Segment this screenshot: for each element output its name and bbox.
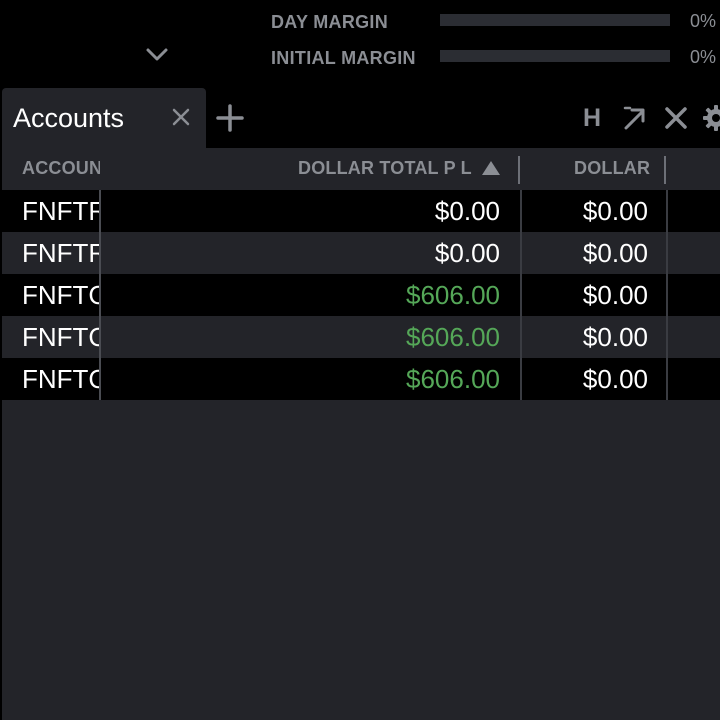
accounts-grid: ACCOUN DOLLAR TOTAL P L DOLLAR FNFTR $0.… [2, 148, 720, 720]
day-margin-row: DAY MARGIN 0% [0, 6, 720, 36]
grid-body: FNFTR $0.00 $0.00 FNFTR $0.00 $0.00 FNFT… [2, 190, 720, 400]
dollar-cell: $0.00 [582, 196, 648, 226]
gear-icon[interactable] [702, 104, 720, 132]
column-divider [666, 232, 668, 274]
account-cell: FNFTR [22, 196, 100, 226]
dollar-total-pl-cell: $606.00 [406, 280, 500, 310]
close-panel-icon[interactable] [662, 104, 690, 132]
dollar-total-pl-cell: $606.00 [406, 322, 500, 352]
column-header-account[interactable]: ACCOUN [22, 148, 100, 190]
account-cell: FNFTC [22, 364, 100, 394]
plus-icon[interactable] [216, 104, 244, 132]
dollar-total-pl-cell: $0.00 [434, 196, 500, 226]
dollar-cell: $0.00 [582, 280, 648, 310]
table-row[interactable]: FNFTR $0.00 $0.00 [2, 190, 720, 232]
account-cell: FNFTR [22, 238, 100, 268]
account-cell: FNFTC [22, 322, 100, 352]
frozen-column-divider [99, 358, 101, 400]
column-divider [666, 274, 668, 316]
day-margin-percent: 0% [690, 11, 717, 31]
table-row[interactable]: FNFTC $606.00 $0.00 [2, 358, 720, 400]
accounts-panel-screen: DAY MARGIN 0% INITIAL MARGIN 0% Accounts… [0, 0, 720, 720]
frozen-column-divider [99, 232, 101, 274]
tab-bar: Accounts H [0, 88, 720, 148]
day-margin-label: DAY MARGIN [271, 12, 389, 32]
column-divider [666, 190, 668, 232]
column-divider [666, 358, 668, 400]
chevron-down-icon[interactable] [144, 42, 170, 68]
day-margin-bar [440, 14, 670, 26]
frozen-column-divider [99, 316, 101, 358]
dollar-total-pl-cell: $606.00 [406, 364, 500, 394]
account-cell: FNFTC [22, 280, 100, 310]
frozen-column-divider [99, 190, 101, 232]
sort-ascending-icon [481, 161, 500, 175]
column-resize-handle[interactable] [518, 156, 520, 184]
dollar-cell: $0.00 [582, 238, 648, 268]
column-header-dollar-total-pl[interactable]: DOLLAR TOTAL P L [298, 148, 508, 190]
column-header-dollar[interactable]: DOLLAR [574, 148, 658, 190]
tab-accounts[interactable]: Accounts [2, 88, 206, 148]
initial-margin-label: INITIAL MARGIN [271, 48, 416, 68]
table-row[interactable]: FNFTR $0.00 $0.00 [2, 232, 720, 274]
tab-accounts-label: Accounts [13, 103, 125, 133]
initial-margin-bar [440, 50, 670, 62]
column-divider [666, 316, 668, 358]
h-toolbar-button[interactable]: H [580, 102, 604, 134]
column-resize-handle[interactable] [664, 156, 666, 184]
dollar-cell: $0.00 [582, 364, 648, 394]
grid-header: ACCOUN DOLLAR TOTAL P L DOLLAR [2, 148, 720, 190]
initial-margin-row: INITIAL MARGIN 0% [0, 42, 720, 72]
dollar-cell: $0.00 [582, 322, 648, 352]
table-row[interactable]: FNFTC $606.00 $0.00 [2, 316, 720, 358]
table-row[interactable]: FNFTC $606.00 $0.00 [2, 274, 720, 316]
initial-margin-percent: 0% [690, 47, 717, 67]
popout-arrow-icon[interactable] [621, 104, 649, 132]
frozen-column-divider [99, 274, 101, 316]
column-header-dollar-total-pl-label: DOLLAR TOTAL P L [298, 158, 472, 178]
dollar-total-pl-cell: $0.00 [434, 238, 500, 268]
close-icon[interactable] [170, 106, 192, 128]
